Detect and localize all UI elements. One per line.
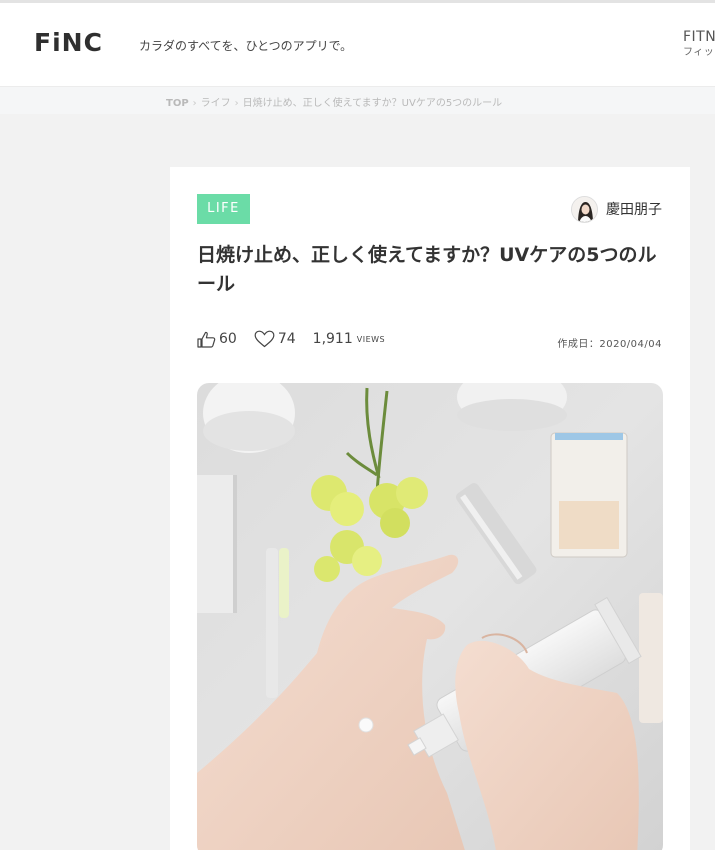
breadcrumb: TOP › ライフ › 日焼け止め、正しく使えてますか？UVケアの5つのルール bbox=[166, 94, 502, 109]
author[interactable]: 慶田朋子 bbox=[571, 194, 662, 224]
author-name: 慶田朋子 bbox=[606, 202, 662, 218]
category-badge[interactable]: LIFE bbox=[197, 194, 250, 224]
breadcrumb-life-link[interactable]: ライフ bbox=[201, 94, 231, 109]
nav-fitness-sublabel: フィッ bbox=[683, 47, 715, 58]
nav-fitness-label: FITN bbox=[683, 29, 715, 45]
like-count: 60 bbox=[219, 331, 237, 347]
breadcrumb-current: 日焼け止め、正しく使えてますか？UVケアの5つのルール bbox=[242, 98, 503, 109]
avatar bbox=[571, 195, 598, 223]
breadcrumb-separator: › bbox=[234, 98, 239, 109]
breadcrumb-separator: › bbox=[192, 98, 197, 109]
favorite-count: 74 bbox=[277, 331, 296, 347]
site-tagline: カラダのすべてを、ひとつのアプリで。 bbox=[139, 39, 353, 53]
created-date: 作成日：2020/04/04 bbox=[557, 339, 662, 350]
breadcrumb-bar: TOP › ライフ › 日焼け止め、正しく使えてますか？UVケアの5つのルール bbox=[0, 86, 715, 114]
view-count: 1,911 VIEWS bbox=[313, 331, 385, 347]
article-title: 日焼け止め、正しく使えてますか？UVケアの5つのルール bbox=[197, 244, 657, 295]
article-card: LIFE 慶田朋子 日焼け止め、正しく使えてますか？UVケアの5つのルール 60… bbox=[170, 167, 690, 850]
article-stats: 60 74 1,911 VIEWS bbox=[197, 330, 402, 348]
site-header: FiNC カラダのすべてを、ひとつのアプリで。 FITN フィッ bbox=[0, 3, 715, 86]
heart-icon bbox=[254, 330, 275, 348]
favorite-button[interactable]: 74 bbox=[254, 330, 296, 348]
thumbs-up-icon bbox=[197, 331, 216, 348]
finc-logo[interactable]: FiNC bbox=[34, 28, 103, 57]
view-count-number: 1,911 bbox=[312, 331, 353, 347]
like-button[interactable]: 60 bbox=[197, 331, 237, 348]
breadcrumb-top-link[interactable]: TOP bbox=[166, 98, 189, 109]
nav-fitness-link[interactable]: FITN フィッ bbox=[683, 29, 715, 61]
hero-image bbox=[197, 383, 663, 850]
view-count-unit: VIEWS bbox=[356, 334, 386, 344]
